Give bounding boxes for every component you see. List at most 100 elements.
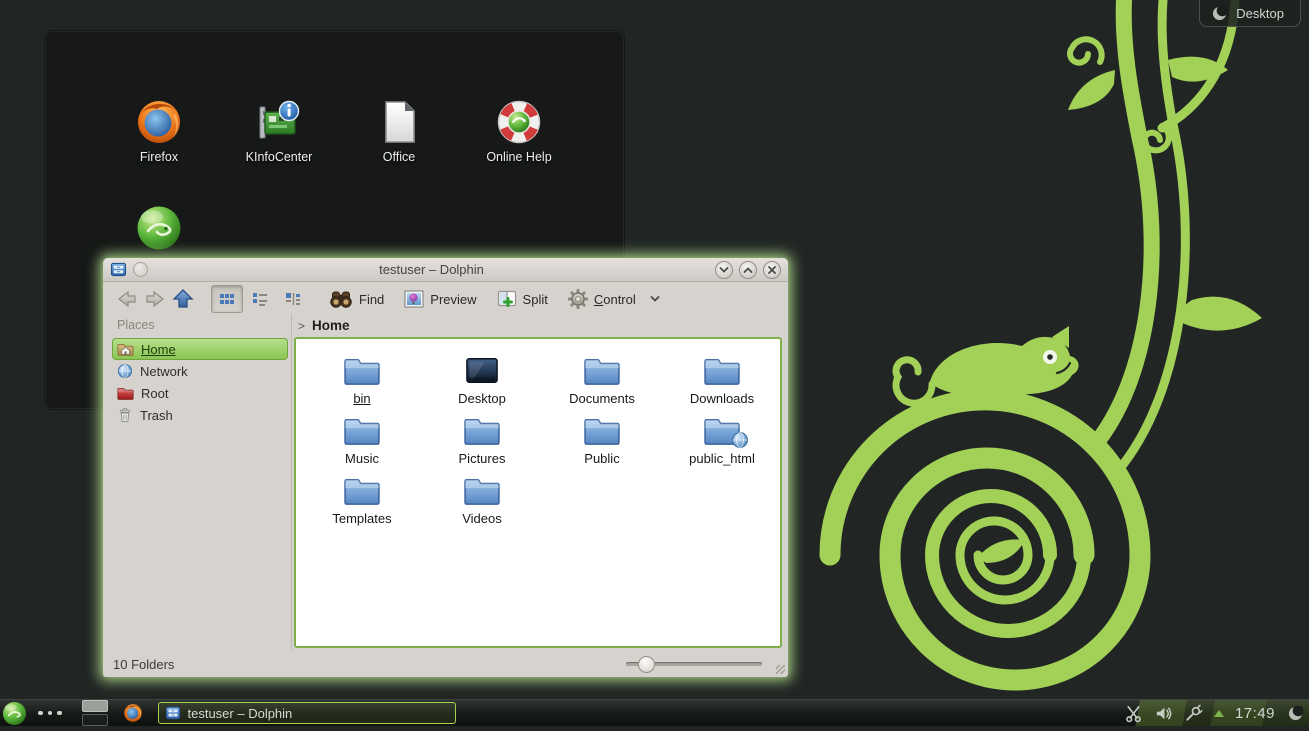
folder-item-templates[interactable]: Templates	[307, 473, 417, 526]
folder-icon	[703, 355, 741, 387]
folder-icon	[343, 415, 381, 447]
desktop-toolbox-label: Desktop	[1236, 6, 1284, 21]
zoom-slider-handle[interactable]	[638, 656, 655, 673]
place-network[interactable]: Network	[112, 360, 288, 382]
firefox-launcher-button[interactable]	[123, 703, 143, 723]
clock[interactable]: 17:49	[1235, 705, 1275, 722]
folder-icon	[463, 475, 501, 507]
titlebar[interactable]: testuser – Dolphin	[103, 258, 788, 282]
find-button[interactable]: Find	[329, 289, 384, 309]
volume-icon[interactable]	[1154, 704, 1173, 723]
folder-item-pictures[interactable]: Pictures	[427, 413, 537, 466]
network-globe-icon	[117, 363, 133, 379]
breadcrumb-arrow-icon: >	[298, 319, 305, 333]
control-button[interactable]: Control	[568, 289, 660, 309]
folder-icon	[343, 475, 381, 507]
desktop-icon-online-help[interactable]: Online Help	[471, 96, 567, 164]
details-view-button[interactable]	[244, 285, 276, 313]
icons-view-icon	[218, 291, 236, 307]
desktop-icon-office[interactable]: Office	[351, 96, 447, 164]
cashew-icon	[1288, 706, 1303, 721]
view-mode-group	[211, 285, 309, 313]
folder-item-desktop[interactable]: Desktop	[427, 353, 537, 406]
place-label: Network	[140, 364, 188, 379]
folder-item-public-html[interactable]: public_html	[667, 413, 777, 466]
titlebar-menu-button[interactable]	[133, 262, 148, 277]
desktop-icon-kinfocenter[interactable]: KInfoCenter	[231, 96, 327, 164]
desktop-icon-label: KInfoCenter	[231, 150, 327, 164]
opensuse-icon	[135, 204, 183, 252]
preview-button[interactable]: Preview	[404, 289, 476, 309]
status-bar: 10 Folders	[103, 651, 788, 677]
resize-grip[interactable]	[776, 665, 785, 674]
folder-item-public[interactable]: Public	[547, 413, 657, 466]
desktop-icon-label: Office	[351, 150, 447, 164]
folder-item-downloads[interactable]: Downloads	[667, 353, 777, 406]
gear-icon	[568, 289, 588, 309]
office-document-icon	[375, 98, 423, 146]
details-view-icon	[251, 291, 269, 307]
control-label: Control	[594, 292, 636, 307]
folder-item-videos[interactable]: Videos	[427, 473, 537, 526]
folder-icon	[583, 415, 621, 447]
firefox-icon	[123, 703, 143, 723]
chevron-down-icon	[650, 295, 660, 303]
places-panel: Places Home Network Root Trash	[109, 314, 292, 651]
home-folder-icon	[117, 342, 134, 357]
breadcrumb[interactable]: > Home	[293, 314, 783, 337]
kickoff-launcher-button[interactable]	[2, 701, 27, 726]
preview-image-icon	[404, 289, 424, 309]
window-content: Places Home Network Root Trash > Home	[103, 314, 788, 651]
folder-icon	[343, 355, 381, 387]
places-header: Places	[109, 314, 291, 338]
kinfocenter-icon	[255, 98, 303, 146]
find-label: Find	[359, 292, 384, 307]
toolbar: Find Preview Split Control	[103, 282, 788, 316]
columns-view-button[interactable]	[277, 285, 309, 313]
minimize-button[interactable]	[715, 261, 733, 279]
breadcrumb-current[interactable]: Home	[312, 318, 350, 333]
dolphin-app-icon	[165, 705, 181, 721]
close-button[interactable]	[763, 261, 781, 279]
split-button[interactable]: Split	[497, 289, 548, 309]
split-label: Split	[523, 292, 548, 307]
folder-view-pane: > Home bin Desktop Documents D	[293, 314, 783, 651]
folder-item-bin[interactable]: bin	[307, 353, 417, 406]
panel-cashew-button[interactable]	[1288, 706, 1303, 721]
dolphin-app-icon[interactable]	[110, 261, 127, 278]
globe-overlay-icon	[731, 431, 749, 449]
tray-expander-icon[interactable]	[1214, 710, 1224, 717]
up-button[interactable]	[169, 287, 197, 311]
task-button-dolphin[interactable]: testuser – Dolphin	[158, 702, 456, 724]
place-home[interactable]: Home	[112, 338, 288, 360]
window-title: testuser – Dolphin	[154, 262, 709, 277]
up-arrow-icon	[172, 288, 194, 310]
device-notifier-icon[interactable]	[1184, 704, 1203, 723]
desktop-icon-label: Firefox	[111, 150, 207, 164]
pager-desktop-2[interactable]	[82, 714, 108, 726]
forward-button[interactable]	[141, 287, 169, 311]
place-label: Root	[141, 386, 168, 401]
folder-item-documents[interactable]: Documents	[547, 353, 657, 406]
place-trash[interactable]: Trash	[112, 404, 288, 426]
task-button-label: testuser – Dolphin	[188, 706, 293, 721]
zoom-slider[interactable]	[626, 662, 762, 666]
lifebuoy-icon	[495, 98, 543, 146]
maximize-button[interactable]	[739, 261, 757, 279]
split-view-icon	[497, 289, 517, 309]
icons-view-button[interactable]	[211, 285, 243, 313]
activity-dots-icon[interactable]	[38, 711, 62, 716]
back-arrow-icon	[116, 289, 138, 309]
back-button[interactable]	[113, 287, 141, 311]
clipboard-scissors-icon[interactable]	[1124, 704, 1143, 723]
desktop-toolbox[interactable]: Desktop	[1199, 0, 1301, 27]
binoculars-icon	[329, 289, 353, 309]
folder-item-music[interactable]: Music	[307, 413, 417, 466]
desktop-pager[interactable]	[82, 700, 108, 726]
pager-desktop-1[interactable]	[82, 700, 108, 712]
place-root[interactable]: Root	[112, 382, 288, 404]
file-view[interactable]: bin Desktop Documents Downloads Music	[294, 337, 782, 648]
desktop-icon-firefox[interactable]: Firefox	[111, 96, 207, 164]
columns-view-icon	[284, 291, 302, 307]
desktop-screen-icon	[463, 355, 501, 387]
